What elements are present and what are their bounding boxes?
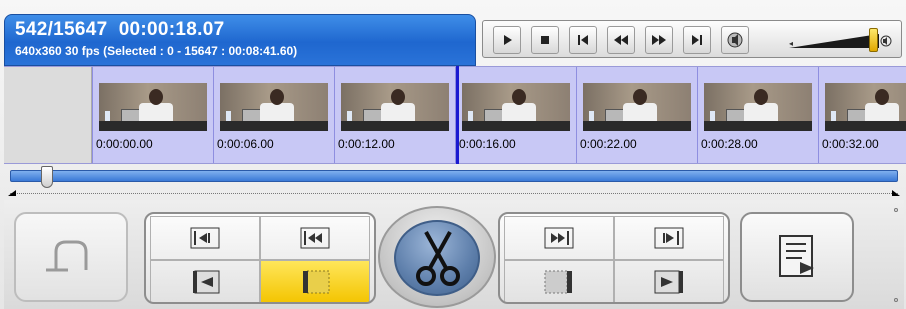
range-start-arrow[interactable] <box>8 190 16 196</box>
filmstrip-frame[interactable]: 0:00:16.00 <box>455 67 577 163</box>
frame-timestamp: 0:00:22.00 <box>580 137 637 151</box>
next-marker-icon <box>654 227 684 249</box>
frame-timestamp: 0:00:12.00 <box>338 137 395 151</box>
cut-button-face <box>394 220 480 296</box>
stop-icon <box>541 36 549 44</box>
undo-icon <box>46 240 88 272</box>
selection-end-icon <box>544 270 572 294</box>
playhead-marker[interactable] <box>456 66 459 164</box>
filmstrip-frame[interactable]: 0:00:28.00 <box>697 67 819 163</box>
set-start-previous-button[interactable] <box>150 216 260 260</box>
go-to-start-icon <box>300 227 330 249</box>
video-editor-window: 542/15647 00:00:18.07 640x360 30 fps (Se… <box>0 0 906 309</box>
frame-thumbnail <box>583 83 691 131</box>
end-controls-group <box>498 212 730 304</box>
next-frame-icon <box>692 35 702 45</box>
filmstrip-frame[interactable]: 0:00:06.00 <box>213 67 335 163</box>
filmstrip-frame[interactable]: 0:00:12.00 <box>334 67 456 163</box>
edit-toolbar <box>4 200 904 309</box>
fast-forward-icon <box>652 35 666 45</box>
undo-button[interactable] <box>14 212 128 302</box>
set-selection-end-icon <box>654 270 683 294</box>
frame-timestamp: 0:00:28.00 <box>701 137 758 151</box>
set-selection-start-button[interactable] <box>150 260 260 302</box>
volume-max-icon <box>880 35 892 47</box>
frame-thumbnail <box>704 83 812 131</box>
speaker-button[interactable] <box>721 26 749 54</box>
selection-start-marker-button[interactable] <box>260 260 370 302</box>
frame-thumbnail <box>341 83 449 131</box>
filmstrip-frame[interactable]: 0:00:32.00 <box>818 67 906 163</box>
cut-button[interactable] <box>378 206 496 308</box>
next-marker-button[interactable] <box>614 216 724 260</box>
range-ruler <box>10 190 898 194</box>
export-list-button[interactable] <box>740 212 854 302</box>
filmstrip[interactable]: 0:00:00.00 0:00:06.00 0:00:12.00 0:00:16.00… <box>4 66 906 164</box>
go-to-start-button[interactable] <box>260 216 370 260</box>
range-end-arrow[interactable] <box>892 190 900 196</box>
go-to-end-button[interactable] <box>504 216 614 260</box>
media-details: 640x360 30 fps (Selected : 0 - 15647 : 0… <box>15 44 298 58</box>
frame-thumbnail <box>462 83 570 131</box>
set-selection-end-button[interactable] <box>614 260 724 302</box>
set-start-previous-icon <box>190 227 220 249</box>
play-icon <box>504 35 512 45</box>
speaker-icon <box>727 32 743 48</box>
svg-text:◂: ◂ <box>789 39 793 48</box>
volume-slider[interactable]: ◂ <box>783 28 892 52</box>
frame-thumbnail <box>825 83 906 131</box>
frame-thumbnail <box>99 83 207 131</box>
scrubber-handle[interactable] <box>41 166 54 188</box>
frame-timestamp: 0:00:06.00 <box>217 137 274 151</box>
panel-top-dot <box>894 208 898 212</box>
stop-button[interactable] <box>531 26 559 54</box>
filmstrip-frame[interactable]: 0:00:00.00 <box>92 67 214 163</box>
filmstrip-lead-area <box>4 67 92 163</box>
next-frame-button[interactable] <box>683 26 711 54</box>
frame-thumbnail <box>220 83 328 131</box>
info-bar: 542/15647 00:00:18.07 640x360 30 fps (Se… <box>4 14 476 66</box>
filmstrip-frame[interactable]: 0:00:22.00 <box>576 67 698 163</box>
play-button[interactable] <box>493 26 521 54</box>
frame-position: 542/15647 <box>15 19 108 40</box>
volume-knob[interactable] <box>869 28 878 52</box>
frame-timestamp: 0:00:00.00 <box>96 137 153 151</box>
selection-start-icon <box>303 270 330 294</box>
transport-controls: ◂ <box>482 20 902 58</box>
timeline-scrubber[interactable] <box>10 170 898 182</box>
selection-end-marker-button[interactable] <box>504 260 614 302</box>
rewind-icon <box>614 35 628 45</box>
previous-frame-button[interactable] <box>569 26 597 54</box>
scissors-icon <box>416 231 460 286</box>
timecode: 00:00:18.07 <box>118 19 225 40</box>
rewind-button[interactable] <box>607 26 635 54</box>
position-readout: 542/15647 00:00:18.07 <box>15 19 224 41</box>
start-controls-group <box>144 212 376 304</box>
previous-frame-icon <box>578 35 588 45</box>
frame-timestamp: 0:00:32.00 <box>822 137 879 151</box>
panel-bottom-dot <box>894 298 898 302</box>
fast-forward-button[interactable] <box>645 26 673 54</box>
frame-timestamp: 0:00:16.00 <box>459 137 516 151</box>
set-selection-start-icon <box>193 270 220 294</box>
go-to-end-icon <box>544 227 574 249</box>
export-list-icon <box>779 235 814 277</box>
